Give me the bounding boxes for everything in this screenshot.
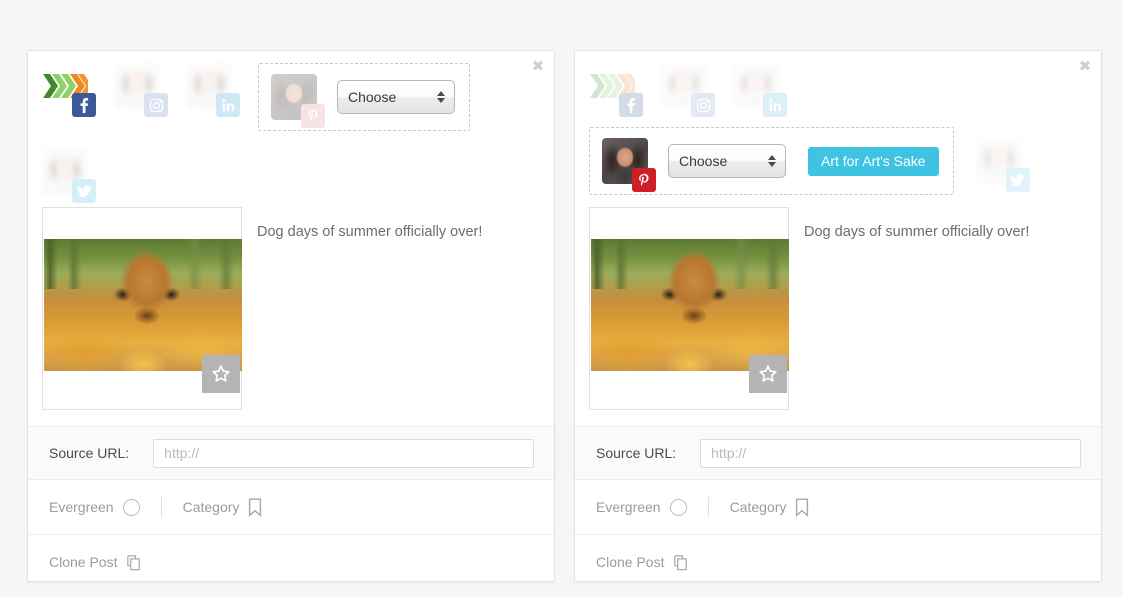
pinterest-board-selector-left: Choose bbox=[258, 63, 470, 131]
category-button[interactable]: Category bbox=[730, 498, 810, 517]
instagram-icon bbox=[144, 93, 168, 117]
account-twitter[interactable] bbox=[975, 138, 1030, 192]
source-url-input[interactable] bbox=[153, 438, 534, 468]
category-button[interactable]: Category bbox=[183, 498, 263, 517]
app-root: ✖ Choose Dog days of summer officially o… bbox=[0, 0, 1122, 597]
account-instagram[interactable] bbox=[661, 63, 715, 117]
source-url-label: Source URL: bbox=[49, 445, 130, 461]
account-row-primary bbox=[589, 63, 1087, 117]
post-image bbox=[591, 239, 789, 371]
post-text: Dog days of summer officially over! bbox=[804, 224, 1030, 240]
clone-post-row[interactable]: Clone Post bbox=[28, 535, 554, 589]
post-image bbox=[44, 239, 242, 371]
account-selector-right: Choose Art for Art's Sake bbox=[575, 51, 1101, 201]
bookmark-icon bbox=[796, 498, 809, 517]
post-card-left: ✖ Choose Dog days of summer officially o… bbox=[27, 50, 555, 582]
post-options-row: Evergreen Category bbox=[28, 480, 554, 535]
clone-post-row[interactable]: Clone Post bbox=[575, 535, 1101, 589]
pinterest-icon bbox=[301, 104, 325, 128]
account-facebook[interactable] bbox=[42, 63, 96, 117]
evergreen-label: Evergreen bbox=[49, 499, 114, 515]
image-decor bbox=[44, 239, 242, 290]
account-twitter[interactable] bbox=[42, 149, 96, 203]
post-thumbnail[interactable] bbox=[42, 207, 242, 410]
post-options-row: Evergreen Category bbox=[575, 480, 1101, 535]
clone-post-label: Clone Post bbox=[49, 554, 118, 570]
copy-icon bbox=[674, 554, 688, 570]
account-row-secondary: Choose Art for Art's Sake bbox=[589, 127, 1087, 195]
source-url-row: Source URL: bbox=[575, 426, 1101, 480]
divider bbox=[160, 497, 162, 517]
star-icon[interactable] bbox=[749, 355, 787, 393]
twitter-icon bbox=[1005, 168, 1030, 192]
circle-icon bbox=[122, 498, 140, 516]
account-pinterest[interactable] bbox=[271, 74, 325, 128]
post-content-left: Dog days of summer officially over! bbox=[28, 207, 554, 410]
linkedin-icon bbox=[763, 93, 787, 117]
facebook-icon bbox=[619, 93, 643, 117]
pinterest-board-button[interactable]: Art for Art's Sake bbox=[808, 146, 939, 176]
account-instagram[interactable] bbox=[114, 63, 168, 117]
facebook-icon bbox=[72, 93, 96, 117]
evergreen-toggle[interactable]: Evergreen bbox=[49, 498, 140, 516]
twitter-icon bbox=[72, 179, 96, 203]
post-thumbnail[interactable] bbox=[589, 207, 789, 410]
account-pinterest[interactable] bbox=[602, 138, 656, 192]
account-facebook[interactable] bbox=[589, 63, 643, 117]
source-url-row: Source URL: bbox=[28, 426, 554, 480]
category-label: Category bbox=[729, 499, 787, 515]
account-linkedin[interactable] bbox=[733, 63, 787, 117]
pinterest-icon bbox=[632, 168, 656, 192]
evergreen-toggle[interactable]: Evergreen bbox=[596, 498, 687, 516]
account-linkedin[interactable] bbox=[186, 63, 240, 117]
post-text: Dog days of summer officially over! bbox=[257, 224, 483, 240]
star-icon[interactable] bbox=[202, 355, 240, 393]
linkedin-icon bbox=[216, 93, 240, 117]
instagram-icon bbox=[691, 93, 715, 117]
pinterest-board-selector-right: Choose Art for Art's Sake bbox=[589, 127, 954, 195]
image-decor bbox=[591, 239, 789, 290]
divider bbox=[707, 497, 709, 517]
select-spinner-icon bbox=[768, 155, 776, 167]
source-url-input[interactable] bbox=[700, 438, 1081, 468]
select-spinner-icon bbox=[437, 91, 445, 103]
post-content-right: Dog days of summer officially over! bbox=[575, 207, 1101, 410]
evergreen-label: Evergreen bbox=[596, 499, 661, 515]
circle-icon bbox=[669, 498, 687, 516]
pinterest-board-select[interactable]: Choose bbox=[668, 144, 786, 178]
pinterest-board-select-value: Choose bbox=[348, 89, 397, 105]
post-card-right: ✖ Choose Art for Art's Sake Dog days of … bbox=[574, 50, 1102, 582]
account-selector-left: Choose bbox=[28, 51, 554, 203]
account-row-secondary bbox=[42, 149, 540, 203]
source-url-label: Source URL: bbox=[596, 445, 677, 461]
pinterest-board-select[interactable]: Choose bbox=[337, 80, 455, 114]
bookmark-icon bbox=[249, 498, 262, 517]
category-label: Category bbox=[182, 499, 240, 515]
account-row-primary: Choose bbox=[42, 63, 540, 131]
clone-post-label: Clone Post bbox=[596, 554, 665, 570]
copy-icon bbox=[127, 554, 141, 570]
pinterest-board-select-value: Choose bbox=[679, 153, 728, 169]
